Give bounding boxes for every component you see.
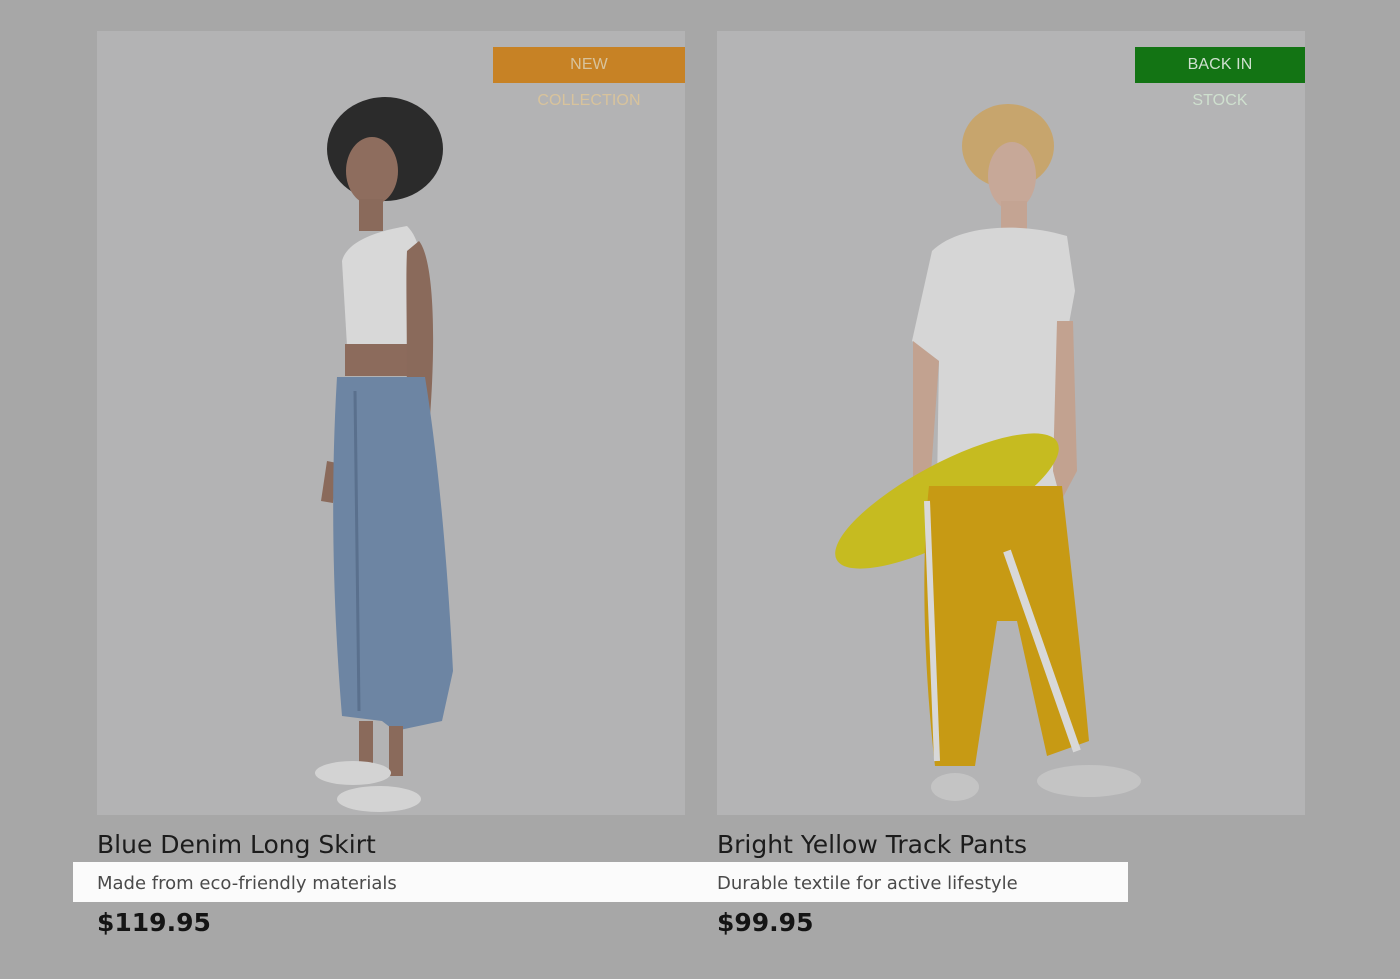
new-collection-badge: NEW COLLECTION — [493, 47, 685, 109]
model-in-denim-skirt-image — [97, 31, 685, 815]
product-card-yellow-track-pants[interactable]: BACK IN STOCK Bright Yellow Track Pants … — [717, 31, 1305, 937]
product-image[interactable]: BACK IN STOCK — [717, 31, 1305, 815]
product-title[interactable]: Bright Yellow Track Pants — [717, 830, 1027, 859]
back-in-stock-badge: BACK IN STOCK — [1135, 47, 1305, 109]
product-price: $119.95 — [97, 908, 211, 937]
product-grid: Made from eco-friendly materials Durable… — [0, 0, 1400, 979]
product-description: Durable textile for active lifestyle — [717, 873, 1018, 894]
model-in-yellow-pants-image — [717, 31, 1305, 815]
product-description: Made from eco-friendly materials — [97, 873, 397, 894]
product-card-denim-skirt[interactable]: NEW COLLECTION Blue Denim Long Skirt $11… — [97, 31, 685, 937]
product-image[interactable]: NEW COLLECTION — [97, 31, 685, 815]
product-price: $99.95 — [717, 908, 814, 937]
product-title[interactable]: Blue Denim Long Skirt — [97, 830, 376, 859]
